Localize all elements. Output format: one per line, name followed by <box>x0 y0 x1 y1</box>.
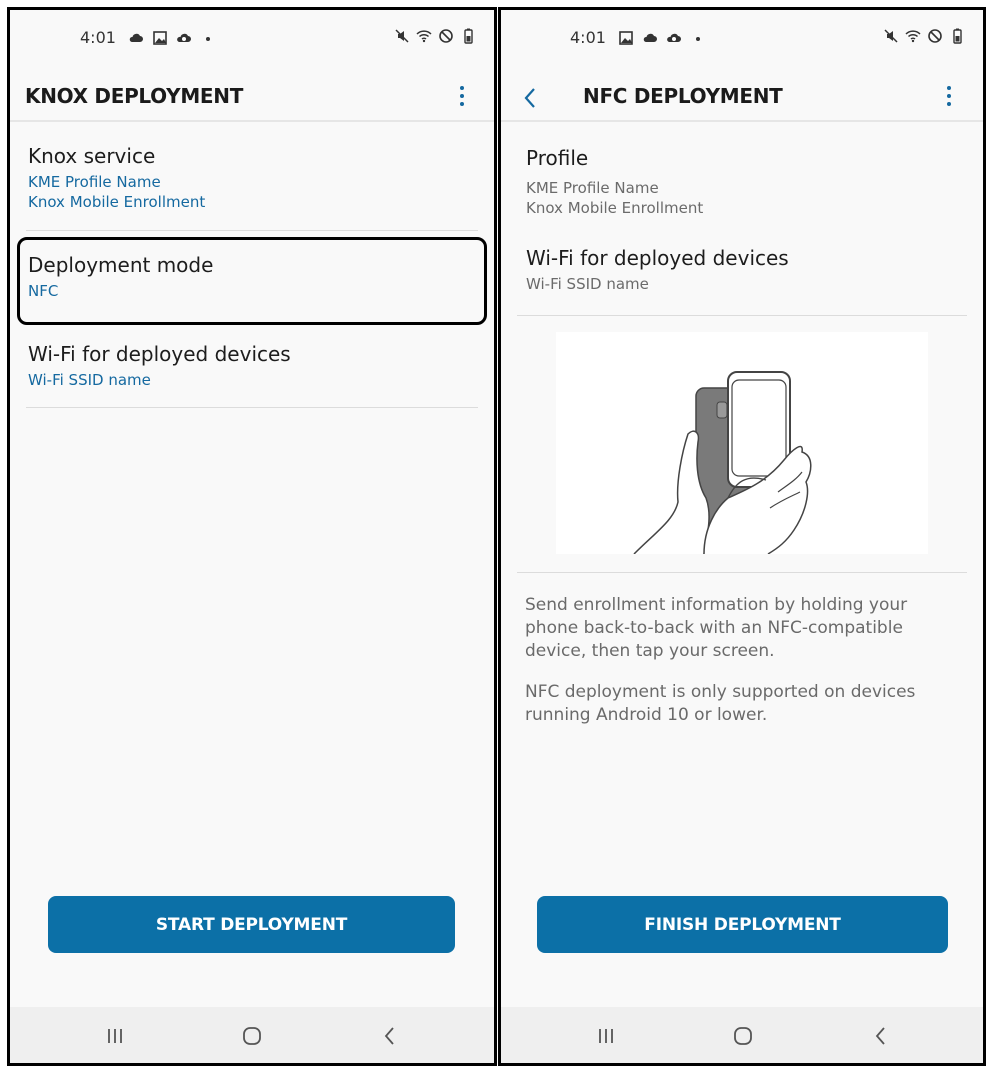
do-not-disturb-icon <box>438 28 454 44</box>
status-right <box>394 28 476 44</box>
recent-apps-icon[interactable] <box>102 1023 128 1049</box>
image-icon <box>618 30 634 46</box>
dot-icon <box>690 30 706 46</box>
status-right <box>883 28 965 44</box>
battery-icon <box>460 28 476 44</box>
nfc-support-note: NFC deployment is only supported on devi… <box>525 682 916 725</box>
wifi-item: Wi-Fi for deployed devices Wi-Fi SSID na… <box>526 246 965 294</box>
item-title: Knox service <box>28 144 156 168</box>
back-icon[interactable] <box>377 1023 403 1049</box>
cloud-icon <box>642 30 658 46</box>
mute-icon <box>394 28 410 44</box>
nfc-instructions-text: Send enrollment information by holding y… <box>525 595 908 661</box>
wifi-icon <box>905 28 921 44</box>
phones-back-to-back-icon <box>633 371 812 555</box>
back-arrow-icon[interactable] <box>519 84 543 112</box>
mute-icon <box>883 28 899 44</box>
back-icon[interactable] <box>868 1023 894 1049</box>
item-divider <box>517 315 967 316</box>
image-icon <box>152 30 168 46</box>
status-time: 4:01 <box>80 28 116 47</box>
navigation-bar <box>501 1007 983 1063</box>
item-divider <box>26 407 478 408</box>
page-title: NFC DEPLOYMENT <box>583 84 783 108</box>
item-title: Profile <box>526 146 589 170</box>
home-icon[interactable] <box>730 1023 756 1049</box>
knox-deployment-screen: 4:01 KNOX DEPLOYMENT Knox service KME Pr… <box>7 7 497 1066</box>
finish-deployment-button[interactable]: FINISH DEPLOYMENT <box>537 896 948 953</box>
app-bar: KNOX DEPLOYMENT <box>10 70 494 126</box>
status-time: 4:01 <box>570 28 606 47</box>
deployment-mode-item[interactable]: Deployment mode NFC <box>28 253 476 301</box>
start-deployment-button[interactable]: START DEPLOYMENT <box>48 896 455 953</box>
status-bar: 4:01 <box>10 24 494 54</box>
home-icon[interactable] <box>239 1023 265 1049</box>
header-divider <box>10 120 494 122</box>
more-options-icon[interactable] <box>450 82 474 112</box>
wifi-icon <box>416 28 432 44</box>
item-subtitle: Wi-Fi SSID name <box>28 371 151 389</box>
nfc-deployment-screen: 4:01 NFC DEPLOYMENT Profile KME Profile … <box>498 7 986 1066</box>
app-bar: NFC DEPLOYMENT <box>501 70 983 126</box>
item-subtitle: KME Profile Name <box>526 179 659 197</box>
profile-item: Profile KME Profile Name Knox Mobile Enr… <box>526 146 965 218</box>
wifi-item[interactable]: Wi-Fi for deployed devices Wi-Fi SSID na… <box>28 342 476 390</box>
item-divider <box>517 572 967 573</box>
page-title: KNOX DEPLOYMENT <box>25 84 244 108</box>
item-subtitle: Wi-Fi SSID name <box>526 275 649 293</box>
battery-icon <box>949 28 965 44</box>
dot-icon <box>200 30 216 46</box>
item-title: Wi-Fi for deployed devices <box>28 342 291 366</box>
status-bar: 4:01 <box>501 24 983 54</box>
cloud-sync-icon <box>176 30 192 46</box>
knox-service-item[interactable]: Knox service KME Profile Name Knox Mobil… <box>28 144 476 212</box>
recent-apps-icon[interactable] <box>593 1023 619 1049</box>
cloud-sync-icon <box>666 30 682 46</box>
item-subtitle: Knox Mobile Enrollment <box>526 199 704 217</box>
header-divider <box>501 120 983 122</box>
item-title: Deployment mode <box>28 253 214 277</box>
item-subtitle: NFC <box>28 282 59 300</box>
nfc-illustration <box>556 332 928 555</box>
item-subtitle: Knox Mobile Enrollment <box>28 193 206 211</box>
item-divider <box>26 230 478 231</box>
item-title: Wi-Fi for deployed devices <box>526 246 789 270</box>
do-not-disturb-icon <box>927 28 943 44</box>
cloud-icon <box>128 30 144 46</box>
navigation-bar <box>10 1007 494 1063</box>
status-left: 4:01 <box>570 28 706 47</box>
item-subtitle: KME Profile Name <box>28 173 161 191</box>
status-left: 4:01 <box>80 28 216 47</box>
more-options-icon[interactable] <box>937 82 961 112</box>
